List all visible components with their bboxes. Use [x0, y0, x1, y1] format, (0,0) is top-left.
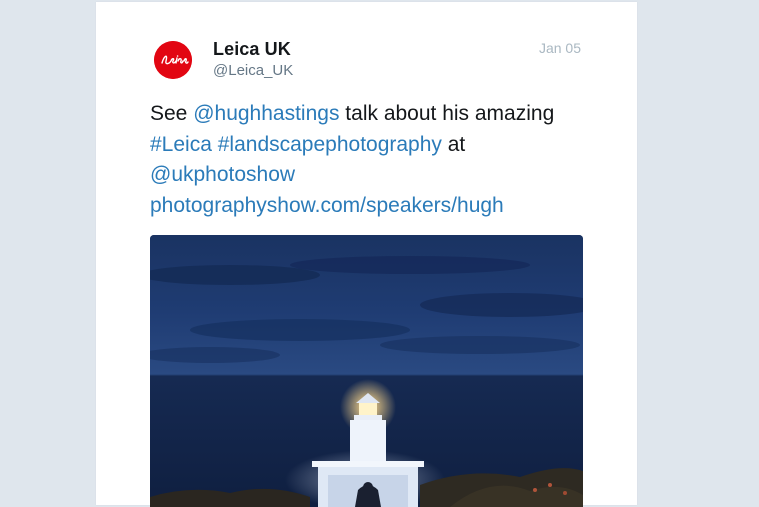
mention-link-hughhastings[interactable]: @hughhastings — [193, 102, 339, 125]
text-segment: at — [441, 132, 466, 156]
author-handle[interactable]: @Leica_UK — [213, 62, 293, 79]
mention-link-ukphotoshow[interactable]: @ukphotoshow — [150, 163, 295, 186]
leica-logo-icon — [154, 41, 192, 79]
tweet-card[interactable]: Leica UK @Leica_UK Jan 05 See @hughhasti… — [96, 2, 637, 507]
url-link[interactable]: photographyshow.com/speakers/hugh — [150, 194, 504, 217]
photo-lighthouse-night-icon — [150, 235, 583, 507]
avatar[interactable] — [154, 41, 192, 79]
text-segment: See — [150, 102, 194, 125]
tweet-text: See @hughhastings talk about his amazing… — [150, 99, 590, 221]
tweet-photo[interactable] — [150, 235, 583, 507]
tweet-date[interactable]: Jan 05 — [539, 40, 581, 56]
hashtag-link-leica[interactable]: #Leica — [150, 133, 212, 156]
hashtag-link-landscapephotography[interactable]: #landscapephotography — [218, 133, 442, 156]
text-segment: talk about his amazing — [339, 102, 555, 125]
author-name[interactable]: Leica UK — [213, 39, 291, 60]
